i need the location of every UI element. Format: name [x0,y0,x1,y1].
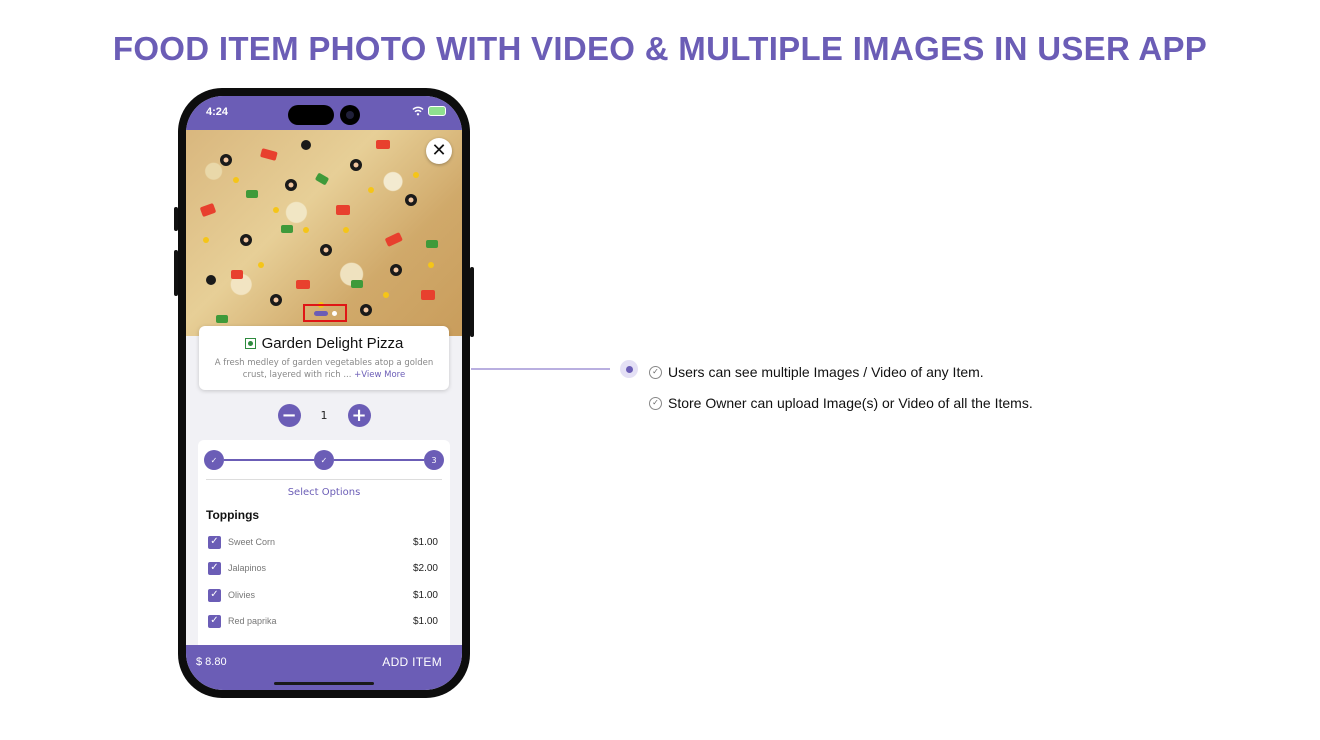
topping-name: Olivies [228,590,256,600]
dynamic-island [288,105,334,125]
media-pager-indicator[interactable] [303,304,347,322]
wifi-icon [412,106,424,116]
feature-text: Users can see multiple Images / Video of… [668,364,984,380]
veg-indicator-icon [244,338,256,349]
options-divider [206,479,442,480]
topping-price: $1.00 [412,536,438,548]
home-indicator[interactable] [274,682,374,685]
pager-dot-active[interactable] [313,310,328,316]
phone-frame: 4:24 ✕ Garden Delight Pizza A fresh medl… [178,88,470,698]
close-icon: ✕ [431,140,447,161]
topping-row[interactable]: ✓ Red paprika $1.00 [208,613,438,629]
phone-screen: 4:24 ✕ Garden Delight Pizza A fresh medl… [186,96,462,690]
check-circle-icon: ✓ [649,396,662,410]
battery-icon [428,106,446,116]
decrease-quantity-button[interactable]: − [277,404,301,427]
topping-price: $1.00 [412,615,438,627]
feature-item: ✓ Users can see multiple Images / Video … [649,364,984,380]
quantity-value: 1 [320,409,328,422]
feature-text: Store Owner can upload Image(s) or Video… [668,395,1033,411]
topping-name: Jalapinos [228,563,267,573]
feature-item: ✓ Store Owner can upload Image(s) or Vid… [649,395,1033,411]
topping-name: Sweet Corn [228,537,276,547]
step-connector [334,459,424,461]
bottom-bar: $ 8.80 ADD ITEM [186,645,462,690]
topping-price: $1.00 [412,589,438,601]
step-1[interactable]: ✓ [204,450,224,470]
topping-row[interactable]: ✓ Sweet Corn $1.00 [208,534,438,550]
item-info-card: Garden Delight Pizza A fresh medley of g… [199,326,449,390]
status-time: 4:24 [206,106,229,118]
item-name-row: Garden Delight Pizza [199,335,449,352]
topping-price: $2.00 [412,562,438,574]
step-3[interactable]: 3 [424,450,444,470]
check-circle-icon: ✓ [649,365,662,379]
callout-dot [620,360,638,378]
options-stepper: ✓ ✓ 3 [204,450,444,470]
options-card: ✓ ✓ 3 Select Options Toppings ✓ Sweet Co… [198,440,450,650]
pager-dot[interactable] [331,310,337,316]
status-bar: 4:24 [186,96,462,130]
item-photo[interactable]: ✕ [186,130,462,336]
phone-power-button [470,267,474,337]
topping-row[interactable]: ✓ Olivies $1.00 [208,587,438,603]
item-name: Garden Delight Pizza [261,335,404,352]
camera-icon [340,105,360,125]
step-2[interactable]: ✓ [314,450,334,470]
topping-name: Red paprika [228,616,277,626]
item-description: A fresh medley of garden vegetables atop… [211,357,437,381]
view-more-link[interactable]: +View More [354,370,405,380]
toppings-title: Toppings [206,508,260,522]
add-item-button[interactable]: ADD ITEM [382,655,442,669]
step-connector [224,459,314,461]
topping-checkbox[interactable]: ✓ [208,561,221,575]
quantity-stepper: − 1 + [186,404,462,427]
status-icons [412,106,446,116]
callout-connector [471,368,610,370]
topping-row[interactable]: ✓ Jalapinos $2.00 [208,560,438,576]
topping-checkbox[interactable]: ✓ [208,535,221,549]
increase-quantity-button[interactable]: + [347,404,371,427]
page-title: FOOD ITEM PHOTO WITH VIDEO & MULTIPLE IM… [112,30,1208,67]
select-options-label: Select Options [287,487,361,498]
topping-checkbox[interactable]: ✓ [208,614,221,628]
topping-checkbox[interactable]: ✓ [208,588,221,602]
close-button[interactable]: ✕ [426,138,452,164]
total-price: $ 8.80 [196,656,227,668]
